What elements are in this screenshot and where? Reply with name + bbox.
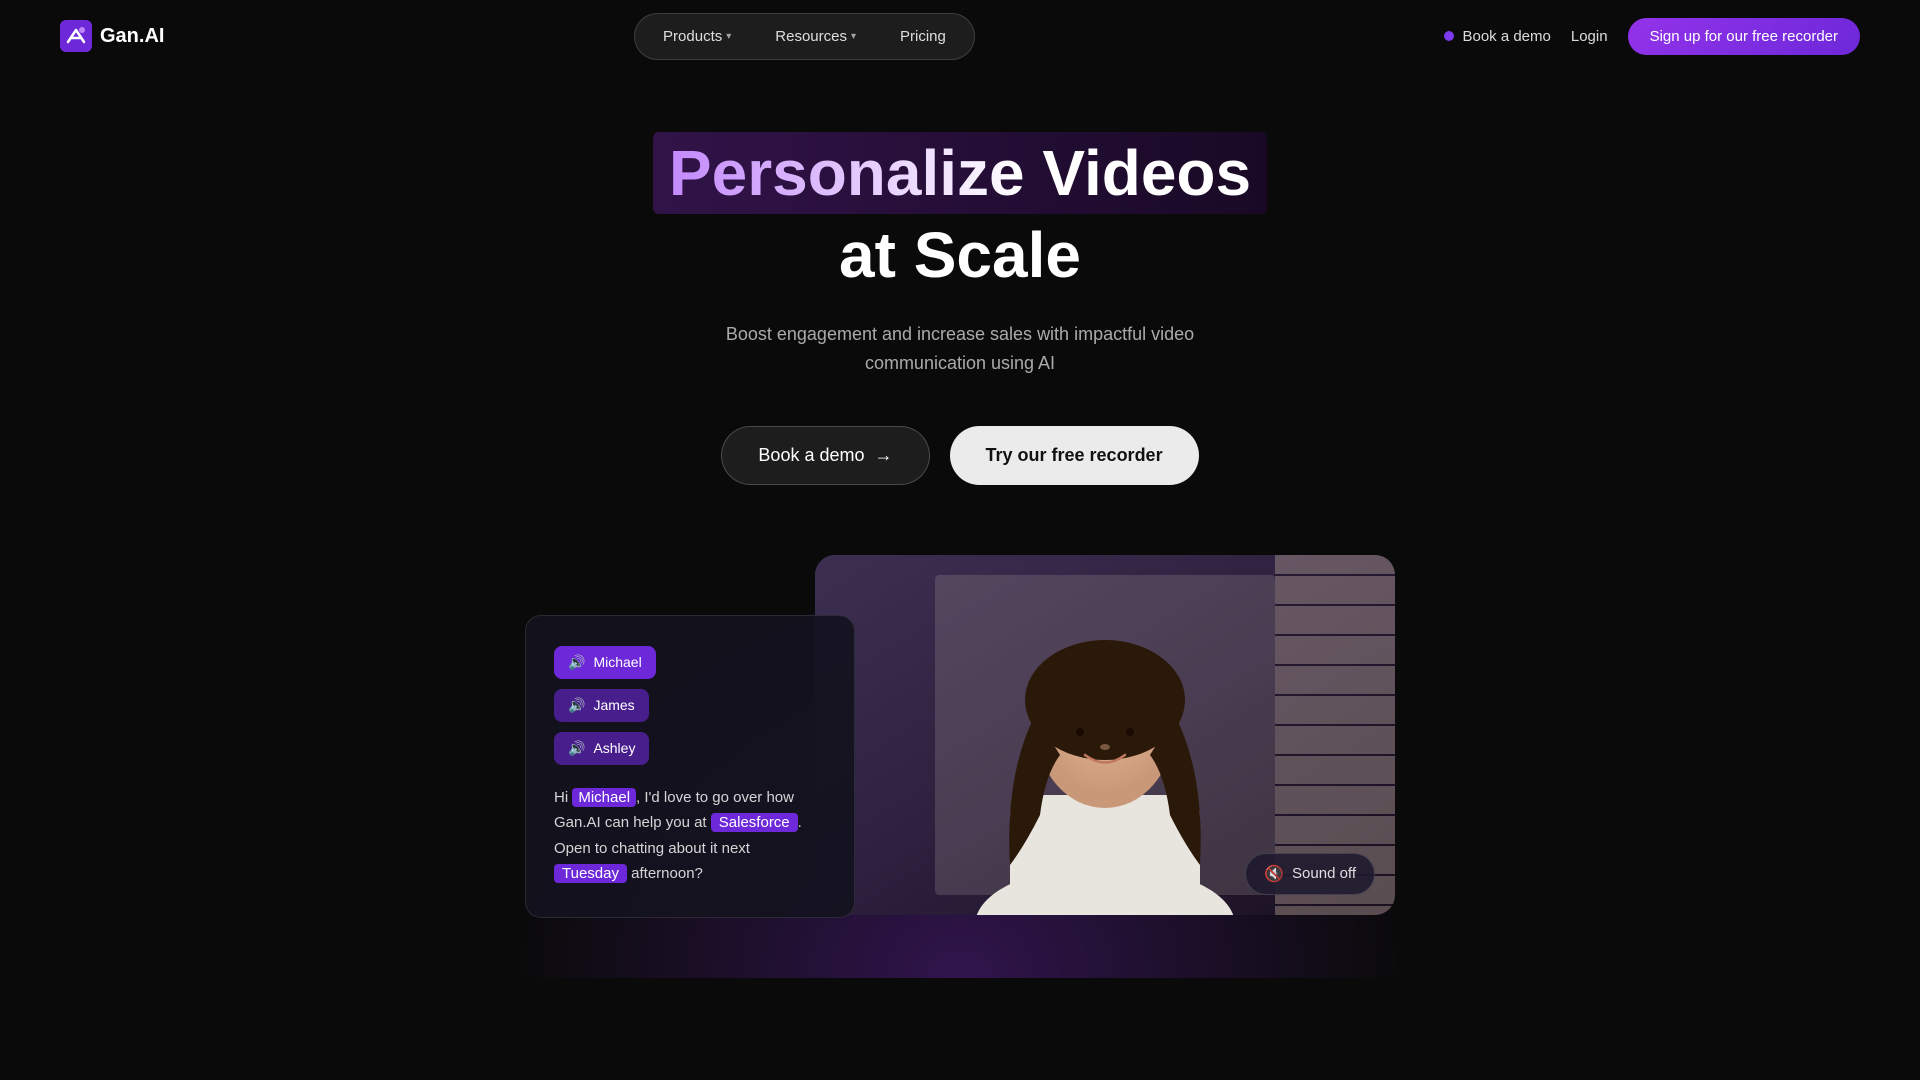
video-player[interactable]: 🔇 Sound off	[815, 555, 1395, 915]
persona-ashley-button[interactable]: 🔊 Ashley	[554, 732, 649, 765]
nav-products[interactable]: Products ▾	[643, 20, 751, 53]
highlight-day: Tuesday	[554, 864, 627, 883]
login-button[interactable]: Login	[1571, 28, 1608, 45]
nav-pricing[interactable]: Pricing	[880, 20, 966, 53]
persona-ashley-label: Ashley	[593, 740, 635, 756]
try-recorder-button[interactable]: Try our free recorder	[950, 426, 1199, 485]
book-demo-button[interactable]: Book a demo →	[721, 426, 929, 485]
hero-title-line2: at Scale	[0, 218, 1920, 292]
speech-text: Hi Michael, I'd love to go over how Gan.…	[554, 785, 826, 887]
persona-james-label: James	[593, 697, 634, 713]
highlight-name: Michael	[572, 788, 636, 807]
personalization-card: 🔊 Michael 🔊 James 🔊 Ashley Hi Michael, I…	[525, 615, 855, 918]
sound-icon: 🔊	[568, 740, 585, 757]
chevron-down-icon: ▾	[726, 31, 731, 42]
hero-buttons: Book a demo → Try our free recorder	[0, 426, 1920, 485]
nav-resources[interactable]: Resources ▾	[755, 20, 876, 53]
sound-off-badge[interactable]: 🔇 Sound off	[1245, 853, 1375, 895]
hero-section: Personalize Videos at Scale Boost engage…	[0, 72, 1920, 525]
arrow-right-icon: →	[875, 445, 893, 466]
persona-list: 🔊 Michael 🔊 James 🔊 Ashley	[554, 646, 826, 765]
sound-icon: 🔊	[568, 697, 585, 714]
persona-james-button[interactable]: 🔊 James	[554, 689, 649, 722]
nav-right: Book a demo Login Sign up for our free r…	[1444, 18, 1860, 55]
persona-michael-label: Michael	[593, 654, 641, 670]
video-section: 🔊 Michael 🔊 James 🔊 Ashley Hi Michael, I…	[0, 555, 1920, 978]
nav-center: Products ▾ Resources ▾ Pricing	[634, 13, 975, 60]
nav-book-demo-button[interactable]: Book a demo	[1444, 28, 1550, 45]
chevron-down-icon: ▾	[851, 31, 856, 42]
logo-text: Gan.AI	[100, 25, 164, 48]
signup-button[interactable]: Sign up for our free recorder	[1628, 18, 1860, 55]
hero-title-line1: Personalize Videos	[653, 132, 1267, 214]
highlight-company: Salesforce	[711, 813, 798, 832]
logo-icon	[60, 20, 92, 52]
persona-michael-button[interactable]: 🔊 Michael	[554, 646, 656, 679]
navbar: Gan.AI Products ▾ Resources ▾ Pricing Bo…	[0, 0, 1920, 72]
mute-icon: 🔇	[1264, 864, 1284, 884]
purple-dot-icon	[1444, 31, 1454, 41]
sound-off-label: Sound off	[1292, 865, 1356, 882]
sound-icon: 🔊	[568, 654, 585, 671]
hero-title: Personalize Videos at Scale	[0, 132, 1920, 292]
hero-subtitle: Boost engagement and increase sales with…	[0, 320, 1920, 378]
logo[interactable]: Gan.AI	[60, 20, 164, 52]
